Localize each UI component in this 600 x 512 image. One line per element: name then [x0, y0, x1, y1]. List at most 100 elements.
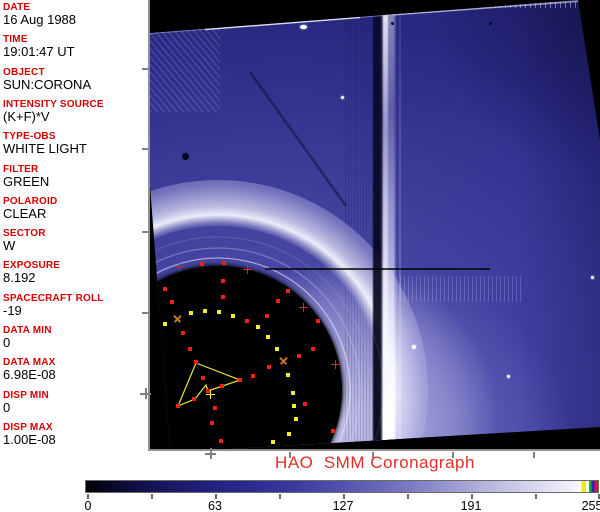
- yellow-fiducial-dot: [286, 373, 290, 377]
- red-plus-mark: [243, 265, 252, 274]
- metadata-value: CLEAR: [3, 207, 149, 221]
- red-fiducial-dot: [176, 404, 180, 408]
- metadata-entry: FILTERGREEN: [3, 164, 149, 189]
- colorbar-gradient: [85, 480, 599, 493]
- metadata-label: SPACECRAFT ROLL: [3, 293, 149, 304]
- image-caption: HAO SMM Coronagraph: [150, 453, 600, 473]
- metadata-value: W: [3, 239, 149, 253]
- metadata-entry: DATA MIN0: [3, 325, 149, 350]
- colorbar-tick: [407, 494, 409, 499]
- red-fiducial-dot: [276, 299, 280, 303]
- red-fiducial-dot: [192, 397, 196, 401]
- colorbar-tick: [151, 494, 153, 499]
- dark-speck: [489, 22, 492, 25]
- fiducial-dots-layer: [150, 0, 600, 449]
- yellow-fiducial-dot: [189, 311, 193, 315]
- metadata-value: 8.192: [3, 271, 149, 285]
- red-fiducial-dot: [213, 406, 217, 410]
- red-fiducial-dot: [220, 384, 224, 388]
- star-point: [412, 345, 416, 349]
- axis-tick-left: [142, 231, 148, 233]
- red-plus-mark-bar: [303, 303, 305, 312]
- metadata-value: 16 Aug 1988: [3, 13, 149, 27]
- metadata-entry: SPACECRAFT ROLL-19: [3, 293, 149, 318]
- red-fiducial-dot: [238, 378, 242, 382]
- red-fiducial-dot: [251, 374, 255, 378]
- metadata-entry: SECTORW: [3, 228, 149, 253]
- red-plus-mark-bar: [247, 265, 249, 274]
- red-fiducial-dot: [152, 332, 156, 336]
- saturated-top-blob-right: [383, 0, 395, 6]
- metadata-value: 1.00E-08: [3, 433, 149, 447]
- dark-speck: [182, 153, 189, 160]
- metadata-entry: TYPE-OBSWHITE LIGHT: [3, 131, 149, 156]
- sun-center-tick-left-bar: [145, 388, 147, 399]
- metadata-entry: TIME19:01:47 UT: [3, 34, 149, 59]
- red-fiducial-dot: [200, 262, 204, 266]
- star-point: [341, 96, 344, 99]
- metadata-label: DATA MIN: [3, 325, 149, 336]
- red-fiducial-dot: [194, 360, 198, 364]
- colorbar-tick-label: 191: [461, 499, 482, 512]
- sun-center-tick-left: [140, 388, 151, 399]
- metadata-entry: POLAROIDCLEAR: [3, 196, 149, 221]
- axis-tick-left: [142, 148, 148, 150]
- star-point: [591, 276, 594, 279]
- red-fiducial-dot: [201, 376, 205, 380]
- red-fiducial-dot: [297, 354, 301, 358]
- red-fiducial-dot: [160, 410, 164, 414]
- metadata-value: WHITE LIGHT: [3, 142, 149, 156]
- colorbar-tick-label: 0: [85, 499, 92, 512]
- yellow-fiducial-dot: [291, 391, 295, 395]
- metadata-label: OBJECT: [3, 67, 149, 78]
- metadata-entry: DATA MAX6.98E-08: [3, 357, 149, 382]
- yellow-fiducial-dot: [231, 314, 235, 318]
- metadata-label: DISP MIN: [3, 390, 149, 401]
- red-fiducial-dot: [311, 347, 315, 351]
- red-fiducial-dot: [331, 429, 335, 433]
- metadata-value: -19: [3, 304, 149, 318]
- red-fiducial-dot: [188, 347, 192, 351]
- metadata-entry: DATE16 Aug 1988: [3, 2, 149, 27]
- star-point: [300, 25, 307, 29]
- red-fiducial-dot: [210, 421, 214, 425]
- red-plus-mark-bar: [335, 360, 337, 369]
- red-plus-mark: [331, 360, 340, 369]
- star-point: [507, 375, 510, 378]
- red-fiducial-dot: [153, 274, 157, 278]
- yellow-fiducial-dot: [271, 440, 275, 444]
- red-fiducial-dot: [265, 314, 269, 318]
- colorbar-tick-label: 127: [333, 499, 354, 512]
- red-plus-mark: [299, 303, 308, 312]
- axis-tick-left: [142, 68, 148, 70]
- orange-x-mark: [277, 354, 290, 367]
- coronagraph-bitmap: [150, 0, 600, 449]
- colorbar-tick: [279, 494, 281, 499]
- metadata-panel: DATE16 Aug 1988 TIME19:01:47 UT OBJECTSUN:…: [0, 0, 150, 450]
- red-fiducial-dot: [286, 289, 290, 293]
- red-fiducial-dot: [267, 365, 271, 369]
- yellow-fiducial-dot: [217, 310, 221, 314]
- metadata-value: 6.98E-08: [3, 368, 149, 382]
- colorbar-tick-label: 63: [208, 499, 222, 512]
- red-fiducial-dot: [221, 295, 225, 299]
- metadata-label: FILTER: [3, 164, 149, 175]
- metadata-value: 19:01:47 UT: [3, 45, 149, 59]
- red-plus-mark-bar: [179, 262, 181, 271]
- dark-speck: [391, 22, 394, 25]
- yellow-fiducial-dot: [292, 404, 296, 408]
- yellow-plus-mark-bar: [210, 390, 212, 399]
- red-fiducial-dot: [163, 287, 167, 291]
- metadata-label: SECTOR: [3, 228, 149, 239]
- yellow-fiducial-dot: [287, 432, 291, 436]
- red-fiducial-dot: [303, 402, 307, 406]
- metadata-entry: EXPOSURE8.192: [3, 260, 149, 285]
- red-fiducial-dot: [181, 331, 185, 335]
- metadata-value: SUN:CORONA: [3, 78, 149, 92]
- metadata-entry: INTENSITY SOURCE(K+F)*V: [3, 99, 149, 124]
- metadata-entry: DISP MIN0: [3, 390, 149, 415]
- metadata-value: 0: [3, 401, 149, 415]
- orange-x-mark: [171, 312, 184, 325]
- coronagraph-image-panel: [150, 0, 600, 449]
- yellow-fiducial-dot: [163, 322, 167, 326]
